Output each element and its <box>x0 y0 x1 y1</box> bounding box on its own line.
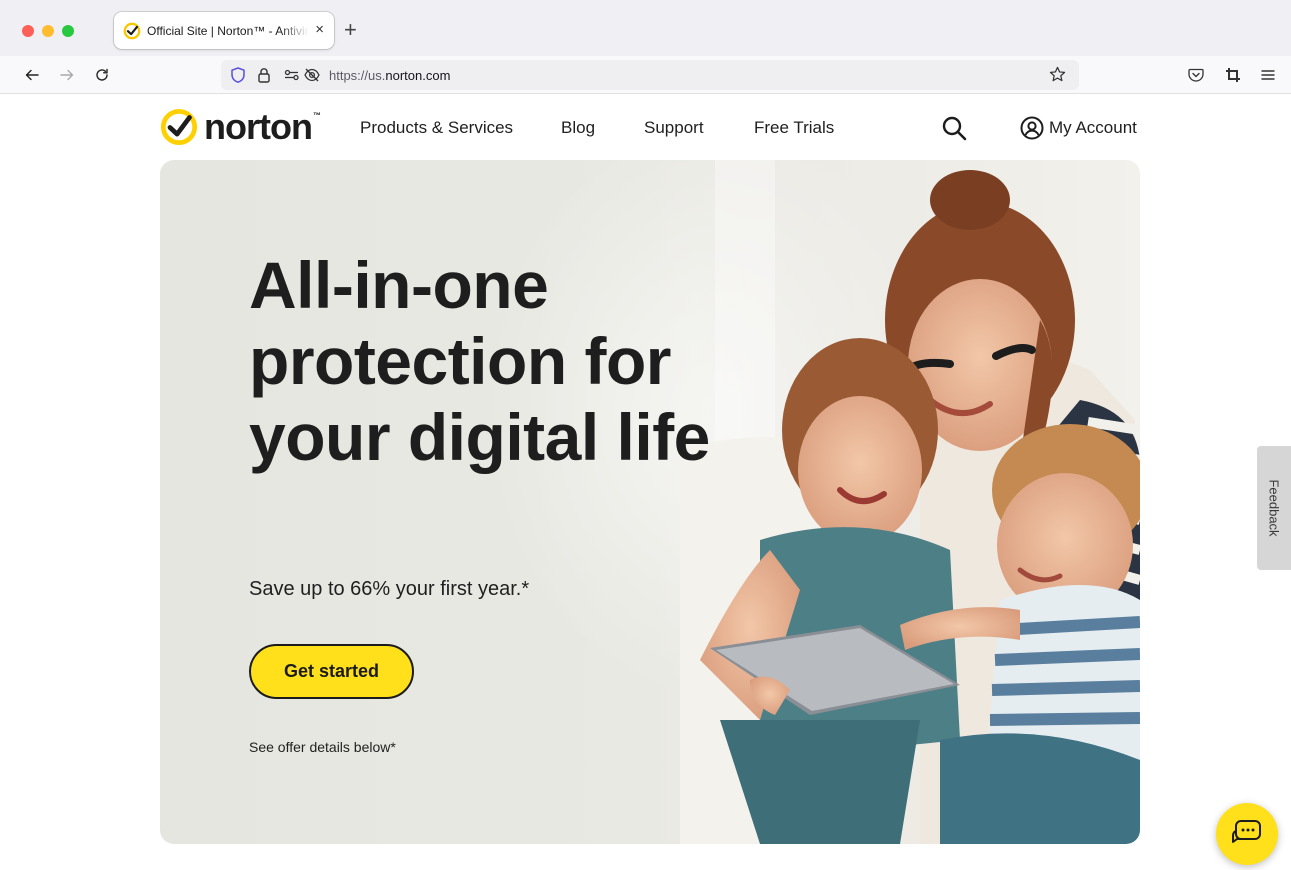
nav-blog[interactable]: Blog <box>561 118 595 138</box>
feedback-label: Feedback <box>1266 479 1282 537</box>
hamburger-menu-icon[interactable] <box>1259 66 1277 84</box>
shield-icon[interactable] <box>229 66 247 84</box>
my-account-link[interactable]: My Account <box>1020 116 1137 140</box>
chat-bubble-icon <box>1232 820 1261 843</box>
browser-tab[interactable]: Official Site | Norton™ - Antivirus & An… <box>114 12 334 49</box>
hero-banner: All-in-one protection for your digital l… <box>160 160 1140 844</box>
close-window-button[interactable] <box>22 25 34 37</box>
minimize-window-button[interactable] <box>42 25 54 37</box>
norton-favicon-icon <box>123 22 141 39</box>
browser-titlebar: Official Site | Norton™ - Antivirus & An… <box>0 0 1291 56</box>
lock-icon[interactable] <box>255 66 273 84</box>
tracking-protection-icon[interactable] <box>303 66 321 84</box>
permissions-icon[interactable] <box>283 66 301 84</box>
norton-check-icon <box>160 108 198 146</box>
site-header: norton™ Products & Services Blog Support… <box>0 94 1291 160</box>
chat-button[interactable] <box>1216 803 1278 865</box>
nav-support[interactable]: Support <box>644 118 704 138</box>
zoom-window-button[interactable] <box>62 25 74 37</box>
browser-navbar: https://us.norton.com <box>0 56 1291 94</box>
search-icon[interactable] <box>941 115 967 141</box>
logo-wordmark: norton™ <box>204 106 321 147</box>
nav-free-trials[interactable]: Free Trials <box>754 118 834 138</box>
hero-title: All-in-one protection for your digital l… <box>249 248 710 474</box>
offer-details-note: See offer details below* <box>249 739 396 755</box>
new-tab-button[interactable]: + <box>344 19 357 41</box>
url-bar[interactable]: https://us.norton.com <box>221 60 1079 90</box>
account-label: My Account <box>1049 118 1137 137</box>
account-icon <box>1020 116 1044 140</box>
feedback-tab[interactable]: Feedback <box>1257 446 1291 570</box>
hero-subtitle: Save up to 66% your first year.* <box>249 578 530 600</box>
norton-logo[interactable]: norton™ <box>160 106 321 147</box>
reload-icon[interactable] <box>91 64 113 86</box>
arrow-right-icon[interactable] <box>56 64 78 86</box>
tab-close-icon[interactable]: × <box>315 21 324 39</box>
star-icon[interactable] <box>1048 65 1067 84</box>
url-text[interactable]: https://us.norton.com <box>329 68 450 83</box>
pocket-icon[interactable] <box>1187 66 1205 84</box>
arrow-left-icon[interactable] <box>21 64 43 86</box>
crop-icon[interactable] <box>1224 66 1242 84</box>
nav-products-services[interactable]: Products & Services <box>360 118 513 138</box>
tab-title: Official Site | Norton™ - Antivirus & An… <box>147 23 309 38</box>
get-started-button[interactable]: Get started <box>249 644 414 699</box>
